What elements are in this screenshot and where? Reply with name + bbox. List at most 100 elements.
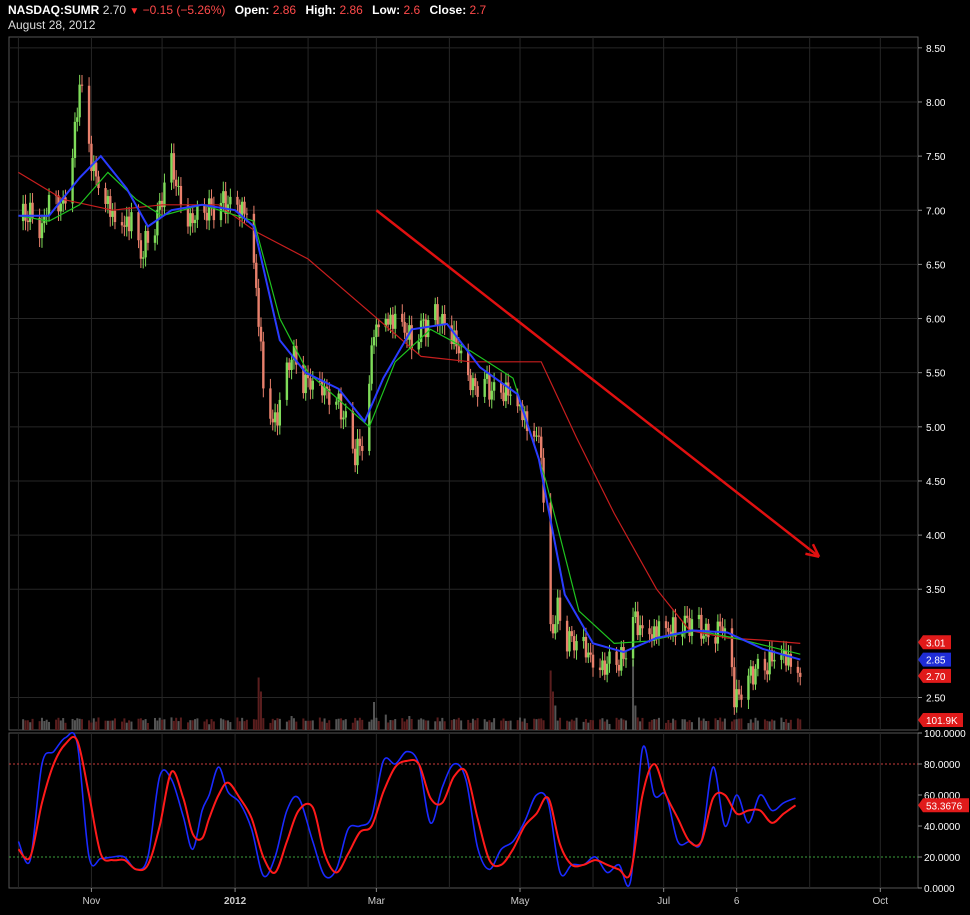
volume-bar [559, 717, 562, 730]
candle-body [28, 202, 32, 223]
candle [443, 305, 446, 336]
volume-bar [582, 721, 585, 730]
volume-bar [716, 720, 719, 730]
candle [104, 182, 107, 213]
volume-bar [789, 719, 792, 730]
candle [697, 607, 701, 628]
candle [269, 378, 272, 425]
candle [540, 427, 543, 467]
candle-body [556, 597, 559, 625]
candle [664, 615, 668, 637]
candle-body [80, 84, 84, 86]
candle-body [271, 418, 274, 423]
volume-bar [657, 717, 660, 730]
candle-body [130, 212, 133, 232]
price-tick-label: 7.50 [926, 152, 946, 163]
candle [620, 640, 623, 676]
volume-bar [318, 717, 321, 730]
candle-body [358, 438, 362, 446]
candle-body [615, 651, 618, 665]
volume-bar [639, 721, 642, 730]
candle [142, 250, 145, 269]
candle-body [144, 230, 147, 258]
candle-body [87, 85, 91, 144]
volume-bars [22, 660, 802, 730]
volume-bar [290, 716, 293, 730]
candle-body [686, 615, 689, 619]
volume-bar [38, 721, 41, 730]
x-tick-label: 6 [734, 896, 740, 907]
volume-bar [617, 719, 620, 730]
candle-body [773, 659, 776, 662]
volume-bar [76, 718, 79, 730]
volume-bar [730, 721, 733, 730]
volume-bar [490, 722, 493, 730]
candle-body [257, 287, 260, 327]
volume-bar [389, 720, 392, 730]
price-tag: 2.70 [926, 672, 946, 683]
candle-body [671, 617, 675, 636]
volume-bar [455, 719, 458, 730]
candle-body [591, 654, 595, 668]
candle [368, 375, 371, 456]
volume-bar [521, 721, 524, 730]
candle-body [492, 382, 496, 391]
volume-bar [592, 720, 595, 730]
volume-bar [540, 718, 543, 730]
volume-bar [681, 719, 684, 730]
volume-bar [584, 719, 587, 730]
candle [123, 215, 126, 237]
volume-bar [278, 718, 281, 730]
volume-bar [420, 718, 423, 730]
osc-tick-label: 0.0000 [924, 884, 955, 895]
candle [551, 614, 555, 639]
candle [191, 207, 194, 233]
stock-chart[interactable]: Nov 2012 Mar May Jul 6 Oct 8.50 8.00 7.50 7.00 6.50… [0, 0, 970, 915]
candle-body [394, 313, 397, 329]
candle-body [288, 362, 291, 371]
price-panel-frame [8, 36, 919, 731]
volume-bar [125, 722, 128, 730]
volume-bar [483, 719, 486, 730]
candle [403, 312, 406, 339]
candle-body [236, 196, 239, 205]
volume-bar [622, 719, 625, 730]
candle [638, 615, 642, 643]
candle [756, 653, 760, 677]
candle [257, 278, 260, 337]
candle [733, 657, 736, 715]
candle [24, 194, 27, 231]
volume-bar [424, 720, 427, 730]
candle-body [403, 321, 406, 333]
candle [401, 304, 404, 327]
candle-body [490, 390, 493, 400]
volume-bar [523, 718, 526, 730]
candle-body [688, 618, 691, 636]
candle-body [311, 380, 314, 390]
osc-tick-label: 80.0000 [924, 760, 961, 771]
price-tag: 3.01 [926, 638, 946, 649]
candle-body [471, 378, 475, 391]
volume-bar [259, 691, 262, 730]
candle-body [259, 326, 263, 342]
volume-bar [356, 720, 359, 730]
volume-bar [697, 717, 700, 730]
candle-body [756, 658, 760, 669]
candle [278, 392, 282, 435]
candle-body [601, 660, 604, 671]
volume-bar [535, 719, 538, 730]
volume-bar [224, 720, 227, 730]
candle-body [572, 636, 576, 651]
volume-bar [403, 721, 406, 730]
candle-body [436, 304, 439, 327]
volume-bar [172, 720, 175, 730]
volume-bar [488, 720, 491, 730]
stochastic-k-line [17, 732, 796, 887]
candle [156, 202, 159, 245]
candle-body [641, 625, 644, 629]
volume-bar [542, 720, 545, 730]
candle-body [356, 438, 359, 466]
price-tick-label: 8.50 [926, 44, 946, 55]
volume-bar [26, 720, 29, 730]
candle-body [123, 225, 126, 227]
